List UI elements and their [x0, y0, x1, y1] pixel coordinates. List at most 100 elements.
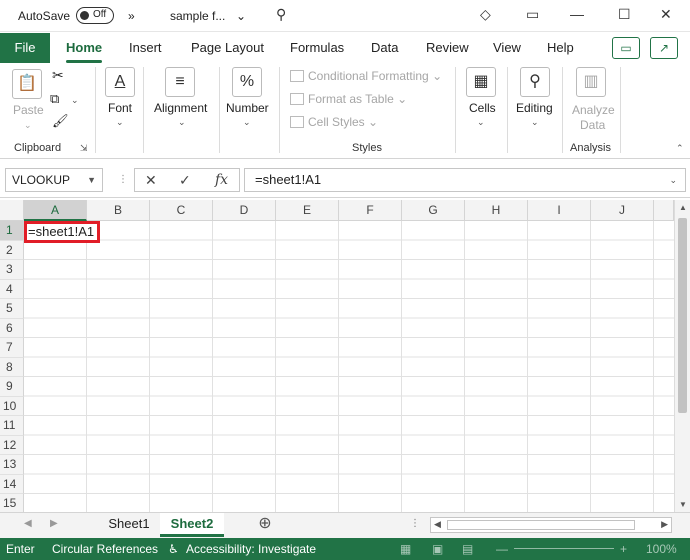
column-header[interactable]: E	[276, 200, 339, 221]
expand-formula-bar-icon[interactable]: ⌄	[669, 169, 677, 191]
formula-input[interactable]: =sheet1!A1 ⌄	[244, 168, 686, 192]
tab-formulas[interactable]: Formulas	[290, 40, 344, 55]
ribbon-display-icon[interactable]: ▭	[526, 6, 539, 23]
file-name-caret-icon[interactable]: ⌄	[236, 9, 246, 23]
paste-icon[interactable]: 📋	[12, 69, 42, 99]
zoom-out-icon[interactable]: —	[496, 542, 508, 556]
file-name[interactable]: sample f...	[170, 9, 225, 23]
column-header[interactable]: H	[465, 200, 528, 221]
search-icon[interactable]: ⚲	[276, 6, 286, 23]
vertical-scroll-thumb[interactable]	[678, 218, 687, 413]
tab-file[interactable]: File	[0, 33, 50, 63]
column-header[interactable]: A	[24, 200, 87, 221]
horizontal-scroll-thumb[interactable]	[447, 520, 635, 530]
number-percent-icon[interactable]: %	[232, 67, 262, 97]
row-header[interactable]: 14	[0, 474, 24, 494]
comments-icon[interactable]: ▭	[612, 37, 640, 59]
normal-view-icon[interactable]: ▦	[400, 542, 411, 556]
enter-icon[interactable]: ✓	[179, 172, 191, 189]
zoom-in-icon[interactable]: +	[620, 542, 627, 556]
premium-diamond-icon[interactable]: ◇	[480, 6, 491, 23]
row-header[interactable]: 15	[0, 494, 24, 512]
formula-bar-splitter-icon[interactable]: ⋮	[118, 174, 128, 185]
font-chevron-icon[interactable]: ⌄	[116, 117, 124, 128]
cell-styles-button[interactable]: Cell Styles ⌄	[290, 115, 378, 129]
horizontal-scrollbar[interactable]: ◀ ▶	[430, 517, 672, 533]
row-header[interactable]: 1	[0, 221, 24, 241]
zoom-level[interactable]: 100%	[646, 542, 677, 556]
new-sheet-icon[interactable]: ⊕	[254, 513, 276, 537]
tab-splitter-icon[interactable]: ⋮	[410, 518, 420, 529]
scroll-down-icon[interactable]: ▼	[679, 500, 687, 509]
column-header-partial[interactable]	[654, 200, 674, 221]
row-header[interactable]: 6	[0, 318, 24, 338]
column-header[interactable]: I	[528, 200, 591, 221]
row-header[interactable]: 10	[0, 396, 24, 416]
tab-insert[interactable]: Insert	[129, 40, 162, 55]
column-header[interactable]: G	[402, 200, 465, 221]
accessibility-icon[interactable]: ♿	[168, 542, 179, 556]
quick-access-overflow[interactable]: »	[128, 9, 135, 23]
copy-icon[interactable]: ⧉	[50, 91, 59, 107]
format-painter-icon[interactable]: 🖌	[52, 113, 69, 129]
column-header[interactable]: C	[150, 200, 213, 221]
row-header[interactable]: 5	[0, 299, 24, 319]
tab-home[interactable]: Home	[66, 40, 103, 63]
alignment-icon[interactable]: ≡	[165, 67, 195, 97]
column-header[interactable]: D	[213, 200, 276, 221]
sheet-tab-sheet2[interactable]: Sheet2	[160, 513, 224, 537]
vertical-scrollbar[interactable]: ▲ ▼	[674, 200, 690, 512]
share-icon[interactable]: ↗	[650, 37, 678, 59]
name-box[interactable]: VLOOKUP ▼	[5, 168, 103, 192]
scroll-left-icon[interactable]: ◀	[434, 519, 441, 530]
autosave-toggle[interactable]: Off	[76, 7, 114, 24]
tab-page-layout[interactable]: Page Layout	[191, 40, 264, 55]
row-header[interactable]: 12	[0, 435, 24, 455]
row-header[interactable]: 7	[0, 338, 24, 358]
alignment-chevron-icon[interactable]: ⌄	[178, 117, 186, 128]
close-icon[interactable]: ✕	[660, 6, 672, 23]
minimize-icon[interactable]: —	[570, 6, 584, 22]
tab-review[interactable]: Review	[426, 40, 469, 55]
row-header[interactable]: 8	[0, 357, 24, 377]
paste-chevron-icon[interactable]: ⌄	[24, 120, 32, 131]
sheet-tab-sheet1[interactable]: Sheet1	[100, 513, 158, 537]
format-as-table-button[interactable]: Format as Table ⌄	[290, 92, 407, 106]
clipboard-launcher-icon[interactable]: ⇲	[80, 143, 88, 154]
tab-view[interactable]: View	[493, 40, 521, 55]
select-all-corner[interactable]	[0, 200, 24, 221]
row-header[interactable]: 9	[0, 377, 24, 397]
collapse-ribbon-icon[interactable]: ⌃	[676, 143, 684, 154]
editing-search-icon[interactable]: ⚲	[520, 67, 550, 97]
next-sheet-icon[interactable]: ▶	[50, 518, 58, 529]
cells-chevron-icon[interactable]: ⌄	[477, 117, 485, 128]
maximize-icon[interactable]: ☐	[618, 6, 631, 23]
row-header[interactable]: 4	[0, 279, 24, 299]
scroll-right-icon[interactable]: ▶	[661, 519, 668, 530]
analyze-data-icon[interactable]: ▥	[576, 67, 606, 97]
font-icon[interactable]: A	[105, 67, 135, 97]
row-header[interactable]: 2	[0, 240, 24, 260]
previous-sheet-icon[interactable]: ◀	[24, 518, 32, 529]
page-break-view-icon[interactable]: ▤	[462, 542, 473, 556]
zoom-slider[interactable]	[514, 548, 614, 549]
conditional-formatting-button[interactable]: Conditional Formatting ⌄	[290, 69, 442, 83]
cancel-icon[interactable]: ✕	[145, 172, 157, 189]
name-box-dropdown-icon[interactable]: ▼	[87, 169, 96, 191]
circular-references-status[interactable]: Circular References	[52, 542, 158, 556]
insert-function-icon[interactable]: fx	[215, 172, 228, 188]
editing-chevron-icon[interactable]: ⌄	[531, 117, 539, 128]
row-header[interactable]: 11	[0, 416, 24, 436]
column-header[interactable]: B	[87, 200, 150, 221]
tab-data[interactable]: Data	[371, 40, 398, 55]
cell-area[interactable]	[24, 221, 674, 512]
number-chevron-icon[interactable]: ⌄	[243, 117, 251, 128]
accessibility-status[interactable]: Accessibility: Investigate	[186, 542, 316, 556]
active-cell-a1[interactable]: =sheet1!A1	[24, 221, 100, 243]
copy-chevron-icon[interactable]: ⌄	[71, 95, 79, 106]
tab-help[interactable]: Help	[547, 40, 574, 55]
row-header[interactable]: 3	[0, 260, 24, 280]
column-header[interactable]: J	[591, 200, 654, 221]
scroll-up-icon[interactable]: ▲	[679, 203, 687, 212]
cut-icon[interactable]: ✂	[52, 67, 64, 84]
